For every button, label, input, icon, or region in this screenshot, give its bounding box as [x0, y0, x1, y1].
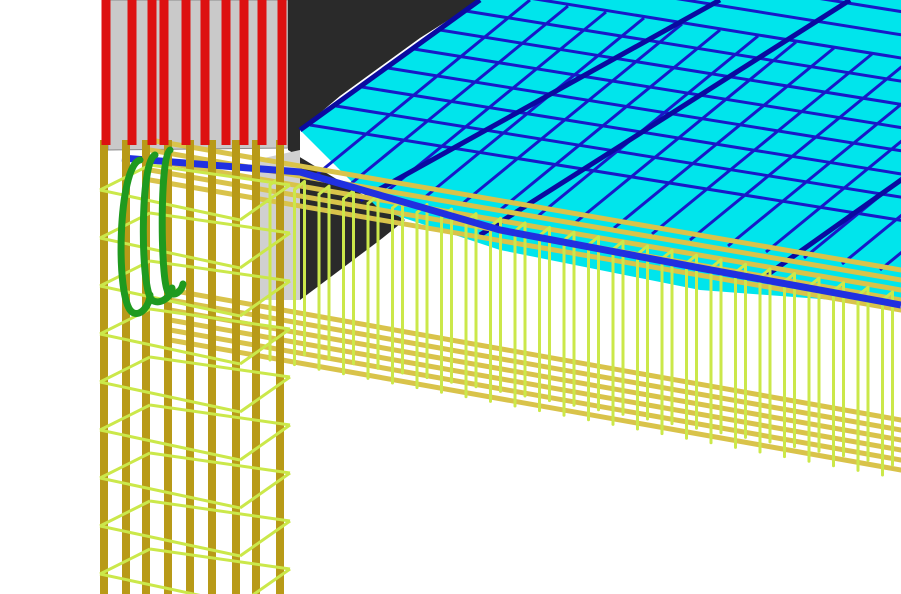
- rebar-model-drawing: [99, 0, 901, 594]
- rebar-3d-viewport[interactable]: [0, 0, 901, 594]
